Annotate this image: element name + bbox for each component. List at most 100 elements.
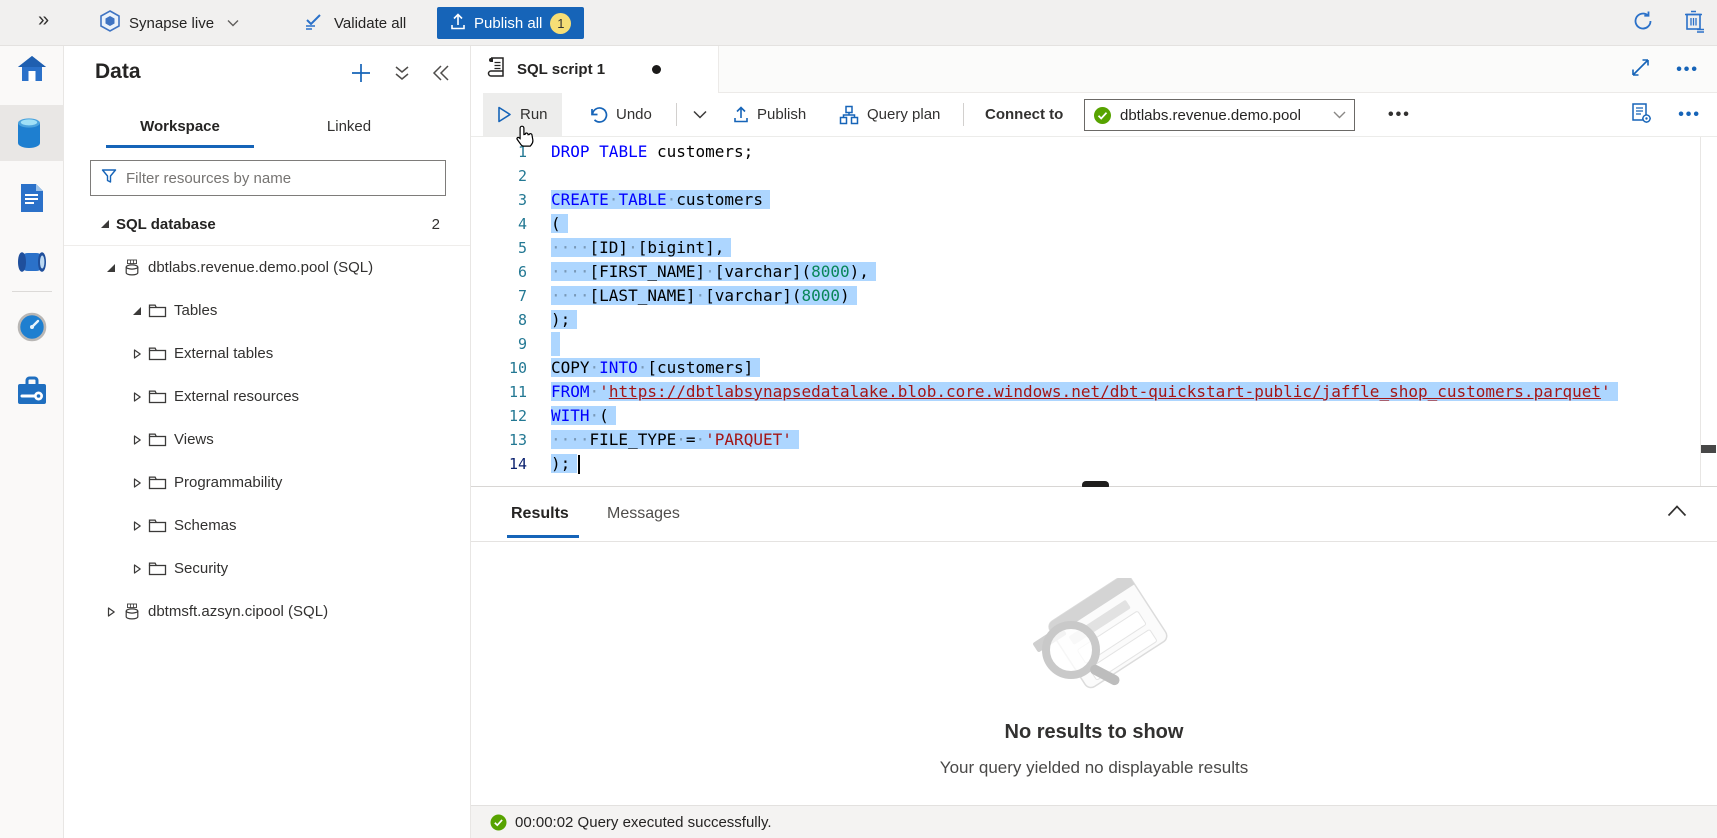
refresh-icon[interactable] xyxy=(1631,9,1655,38)
folder-icon xyxy=(148,475,174,490)
tree-collapsed-icon[interactable] xyxy=(132,564,148,574)
status-message: 00:00:02 Query executed successfully. xyxy=(515,814,772,831)
tree-expanded-icon[interactable] xyxy=(132,306,148,316)
code-line[interactable]: 1DROP TABLE customers; xyxy=(471,140,1717,164)
expand-menu-icon[interactable]: » xyxy=(38,9,49,32)
nav-data-icon[interactable] xyxy=(0,105,64,161)
line-number: 14 xyxy=(471,452,527,476)
tree-row[interactable]: Tables xyxy=(64,289,470,332)
code-line[interactable]: 11FROM·'https://dbtlabsynapsedatalake.bl… xyxy=(471,380,1717,404)
tree-label: Tables xyxy=(174,302,217,319)
publish-icon xyxy=(450,13,466,34)
line-number: 4 xyxy=(471,212,527,236)
script-toolbar: Run Undo Publish Query plan Connect to xyxy=(471,93,1717,137)
validate-all-button[interactable]: Validate all xyxy=(303,0,406,46)
tree-row[interactable]: External resources xyxy=(64,375,470,418)
mode-label: Synapse live xyxy=(129,15,214,32)
tab-sql-script-1[interactable]: SQL script 1 xyxy=(471,46,719,93)
tree-row[interactable]: dbtlabs.revenue.demo.pool (SQL) xyxy=(64,246,470,289)
collapse-all-icon[interactable] xyxy=(394,64,410,87)
collapse-panel-icon[interactable] xyxy=(432,65,450,86)
filter-box xyxy=(90,160,446,196)
line-number: 11 xyxy=(471,380,527,404)
results-pane-header: Results Messages xyxy=(471,487,1717,541)
tree-label: SQL database xyxy=(116,216,216,233)
line-number: 1 xyxy=(471,140,527,164)
code-line[interactable]: 2 xyxy=(471,164,1717,188)
code-line[interactable]: 7····[LAST_NAME]·[varchar](8000) xyxy=(471,284,1717,308)
tree-collapsed-icon[interactable] xyxy=(132,392,148,402)
code-line[interactable]: 12WITH·( xyxy=(471,404,1717,428)
line-number: 9 xyxy=(471,332,527,356)
tree-row[interactable]: dbtmsft.azsyn.cipool (SQL) xyxy=(64,590,470,633)
publish-button[interactable]: Publish xyxy=(733,93,806,136)
code-line[interactable]: 3CREATE·TABLE·customers xyxy=(471,188,1717,212)
tree-collapsed-icon[interactable] xyxy=(132,349,148,359)
code-line[interactable]: 13····FILE_TYPE·=·'PARQUET' xyxy=(471,428,1717,452)
nav-develop-icon[interactable] xyxy=(0,170,64,226)
toolbar-more-icon[interactable]: ••• xyxy=(1388,93,1411,136)
run-button[interactable]: Run xyxy=(483,93,562,136)
editor-more-actions-icon[interactable]: ••• xyxy=(1678,106,1701,124)
tree-expanded-icon[interactable] xyxy=(106,263,122,273)
code-line[interactable]: 8); xyxy=(471,308,1717,332)
query-status-bar: 00:00:02 Query executed successfully. xyxy=(471,805,1717,838)
expand-editor-icon[interactable] xyxy=(1631,58,1650,82)
tree-row[interactable]: Schemas xyxy=(64,504,470,547)
database-tree: SQL database2 dbtlabs.revenue.demo.pool (… xyxy=(64,203,470,633)
nav-manage-icon[interactable] xyxy=(0,363,64,419)
nav-monitor-icon[interactable] xyxy=(0,299,64,355)
tab-results[interactable]: Results xyxy=(511,487,569,541)
tree-collapsed-icon[interactable] xyxy=(132,521,148,531)
code-line[interactable]: 14); xyxy=(471,452,1717,476)
code-line[interactable]: 4( xyxy=(471,212,1717,236)
tree-row[interactable]: SQL database2 xyxy=(64,203,470,246)
discard-trash-icon[interactable] xyxy=(1683,9,1705,38)
chevron-down-icon xyxy=(227,16,239,30)
undo-button[interactable]: Undo xyxy=(589,93,652,136)
scrollbar-thumb[interactable] xyxy=(1701,445,1716,453)
sql-code-editor[interactable]: 1DROP TABLE customers;23CREATE·TABLE·cus… xyxy=(471,137,1717,486)
no-results-illustration xyxy=(471,578,1717,703)
editor-scrollbar[interactable] xyxy=(1700,137,1717,486)
collapse-results-icon[interactable] xyxy=(1667,504,1687,522)
active-results-underline xyxy=(507,535,579,538)
chevron-down-icon xyxy=(1333,111,1346,119)
publish-label: Publish xyxy=(757,106,806,123)
tree-collapsed-icon[interactable] xyxy=(132,478,148,488)
sql-script-icon xyxy=(487,55,506,84)
tab-more-actions-icon[interactable]: ••• xyxy=(1676,61,1699,79)
tree-row[interactable]: Views xyxy=(64,418,470,461)
tree-label: dbtlabs.revenue.demo.pool (SQL) xyxy=(148,259,373,276)
tab-messages[interactable]: Messages xyxy=(607,487,680,541)
mode-selector[interactable]: Synapse live xyxy=(100,0,239,46)
tree-row[interactable]: Security xyxy=(64,547,470,590)
tree-label: External tables xyxy=(174,345,273,362)
publish-all-button[interactable]: Publish all 1 xyxy=(437,7,584,39)
pool-selector-dropdown[interactable]: dbtlabs.revenue.demo.pool xyxy=(1084,99,1355,131)
line-number: 7 xyxy=(471,284,527,308)
nav-home-icon[interactable] xyxy=(0,41,64,97)
tab-workspace[interactable]: Workspace xyxy=(106,104,254,148)
add-resource-icon[interactable] xyxy=(350,62,372,89)
code-line[interactable]: 9 xyxy=(471,332,1717,356)
code-line[interactable]: 6····[FIRST_NAME]·[varchar](8000), xyxy=(471,260,1717,284)
tab-linked[interactable]: Linked xyxy=(294,104,404,148)
tree-collapsed-icon[interactable] xyxy=(106,607,122,617)
code-lines: 1DROP TABLE customers;23CREATE·TABLE·cus… xyxy=(471,140,1717,476)
code-line[interactable]: 5····[ID]·[bigint], xyxy=(471,236,1717,260)
code-line[interactable]: 10COPY·INTO·[customers] xyxy=(471,356,1717,380)
synapse-studio-window: » Synapse live Validate all Publish all … xyxy=(0,0,1717,838)
line-number: 2 xyxy=(471,164,527,188)
filter-resources-input[interactable] xyxy=(126,170,435,187)
tree-row[interactable]: Programmability xyxy=(64,461,470,504)
script-properties-icon[interactable] xyxy=(1630,102,1652,128)
tree-expanded-icon[interactable] xyxy=(100,219,116,229)
tree-collapsed-icon[interactable] xyxy=(132,435,148,445)
publish-count-badge: 1 xyxy=(550,13,571,34)
nav-integrate-icon[interactable] xyxy=(0,234,64,290)
undo-redo-dropdown-icon[interactable] xyxy=(693,93,707,136)
tree-row[interactable]: External tables xyxy=(64,332,470,375)
synapse-live-icon xyxy=(100,10,120,37)
query-plan-button[interactable]: Query plan xyxy=(839,93,940,136)
